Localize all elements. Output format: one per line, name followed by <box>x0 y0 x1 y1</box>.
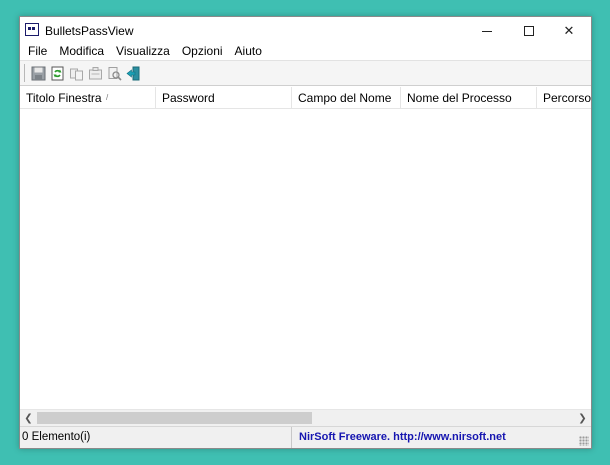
minimize-icon <box>482 30 492 32</box>
column-label: Nome del Processo <box>407 91 512 105</box>
column-header-password[interactable]: Password <box>156 87 292 108</box>
password-list[interactable]: Titolo Finestra / Password Campo del Nom… <box>20 87 591 426</box>
scroll-left-button[interactable]: ❮ <box>20 410 37 426</box>
menu-modifica[interactable]: Modifica <box>53 44 110 58</box>
column-header-titolo-finestra[interactable]: Titolo Finestra / <box>20 87 156 108</box>
chevron-left-icon: ❮ <box>24 412 33 424</box>
properties-button[interactable] <box>86 64 105 83</box>
find-icon <box>108 66 122 81</box>
maximize-icon <box>524 26 534 36</box>
exit-button[interactable] <box>124 64 143 83</box>
scroll-right-button[interactable]: ❯ <box>574 410 591 426</box>
exit-icon <box>126 66 140 80</box>
column-header-percorso[interactable]: Percorso d <box>537 87 591 108</box>
menu-aiuto[interactable]: Aiuto <box>229 44 268 58</box>
chevron-right-icon: ❯ <box>578 412 587 424</box>
refresh-button[interactable] <box>48 64 67 83</box>
menu-visualizza[interactable]: Visualizza <box>110 44 176 58</box>
scrollbar-thumb[interactable] <box>37 412 312 424</box>
nirsoft-link[interactable]: NirSoft Freeware. http://www.nirsoft.net <box>299 427 506 448</box>
toolbar-separator <box>24 64 25 82</box>
minimize-button[interactable] <box>467 17 507 45</box>
properties-icon <box>89 66 102 79</box>
close-icon: ✕ <box>563 23 575 38</box>
find-button[interactable] <box>105 64 124 83</box>
toolbar <box>20 60 591 86</box>
copy-button[interactable] <box>67 64 86 83</box>
refresh-icon <box>51 66 64 80</box>
maximize-button[interactable] <box>509 17 549 45</box>
resize-grip-icon[interactable] <box>579 436 589 446</box>
sort-arrow-icon: / <box>106 93 109 102</box>
save-icon <box>31 66 46 80</box>
copy-icon <box>70 68 83 80</box>
horizontal-scrollbar[interactable]: ❮ ❯ <box>20 409 591 426</box>
save-button[interactable] <box>29 64 48 83</box>
app-icon <box>25 23 39 36</box>
status-bar: 0 Elemento(i) NirSoft Freeware. http://w… <box>20 426 591 448</box>
column-label: Campo del Nome <box>298 91 392 105</box>
column-label: Percorso d <box>543 91 591 105</box>
menu-file[interactable]: File <box>22 44 53 58</box>
app-window: BulletsPassView ✕ File Modifica Visualiz… <box>19 16 592 449</box>
column-header-campo-del-nome[interactable]: Campo del Nome <box>292 87 401 108</box>
window-title: BulletsPassView <box>45 24 134 38</box>
column-header-nome-del-processo[interactable]: Nome del Processo <box>401 87 537 108</box>
close-button[interactable]: ✕ <box>549 17 589 45</box>
menu-bar: File Modifica Visualizza Opzioni Aiuto <box>20 42 591 60</box>
item-count: 0 Elemento(i) <box>20 427 292 448</box>
list-header: Titolo Finestra / Password Campo del Nom… <box>20 87 591 109</box>
menu-opzioni[interactable]: Opzioni <box>176 44 229 58</box>
column-label: Titolo Finestra <box>26 91 102 105</box>
column-label: Password <box>162 91 215 105</box>
